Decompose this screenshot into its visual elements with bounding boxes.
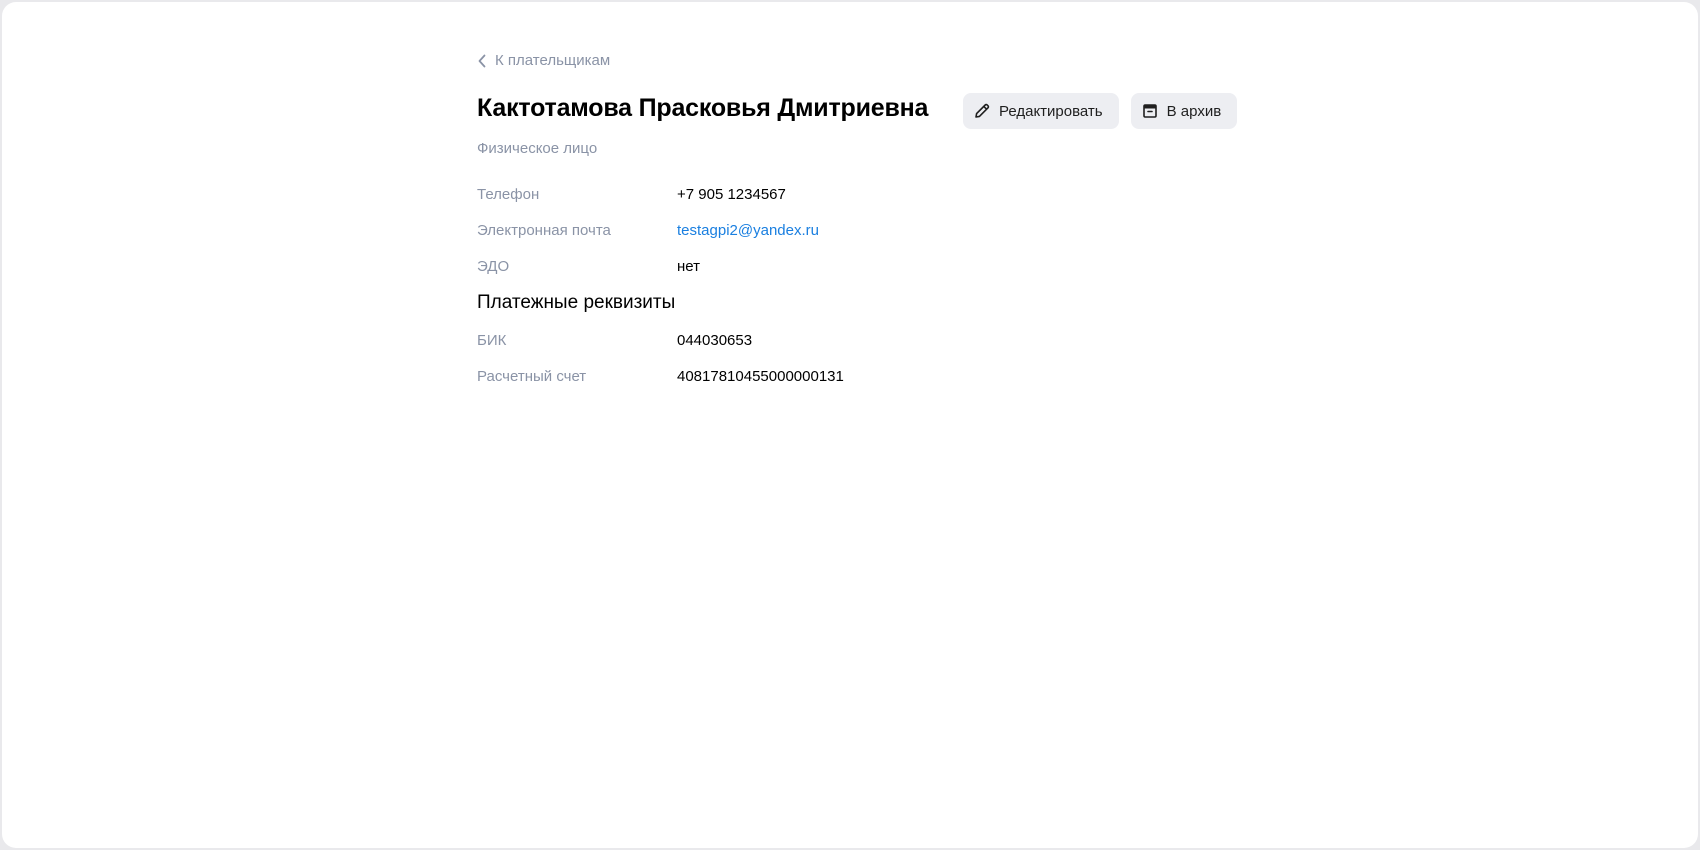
payer-name-title: Кактотамова Прасковья Дмитриевна — [477, 94, 929, 122]
phone-row: Телефон +7 905 1234567 — [477, 186, 786, 203]
payment-details-heading: Платежные реквизиты — [477, 292, 676, 313]
edo-label: ЭДО — [477, 258, 510, 275]
account-row: Расчетный счет 40817810455000000131 — [477, 368, 844, 385]
email-link[interactable]: testagpi2@yandex.ru — [677, 222, 819, 239]
pencil-icon — [973, 102, 991, 120]
archive-button[interactable]: В архив — [1130, 93, 1238, 129]
bik-row: БИК 044030653 — [477, 332, 752, 349]
page-card: К плательщикам Кактотамова Прасковья Дми… — [2, 2, 1698, 848]
edo-row: ЭДО нет — [477, 258, 700, 275]
archive-button-label: В архив — [1166, 102, 1222, 120]
edit-button[interactable]: Редактировать — [963, 93, 1119, 129]
back-link-label: К плательщикам — [495, 52, 611, 69]
archive-icon — [1141, 102, 1159, 120]
email-label: Электронная почта — [477, 222, 611, 239]
payer-type: Физическое лицо — [477, 140, 598, 157]
action-buttons: Редактировать В архив — [963, 93, 1238, 129]
phone-value: +7 905 1234567 — [677, 186, 786, 203]
bik-label: БИК — [477, 332, 507, 349]
chevron-left-icon — [477, 54, 487, 68]
edit-button-label: Редактировать — [999, 102, 1103, 120]
bik-value: 044030653 — [677, 332, 753, 349]
back-to-payers-link[interactable]: К плательщикам — [477, 52, 610, 69]
account-value: 40817810455000000131 — [677, 368, 844, 385]
email-row: Электронная почта testagpi2@yandex.ru — [477, 222, 819, 239]
edo-value: нет — [677, 258, 700, 275]
account-label: Расчетный счет — [477, 368, 587, 385]
phone-label: Телефон — [477, 186, 540, 203]
